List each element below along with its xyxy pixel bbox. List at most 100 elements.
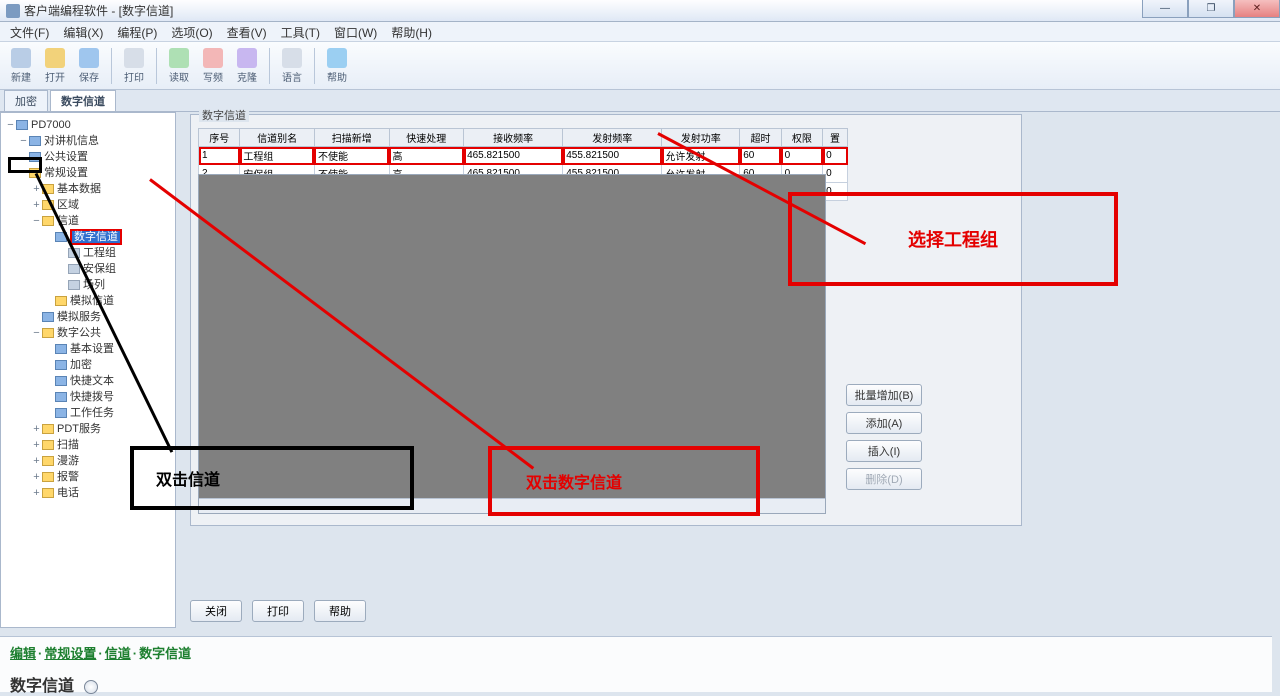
tree-twisty-icon[interactable]: + bbox=[31, 485, 42, 501]
folder-icon bbox=[55, 296, 67, 306]
menu-item[interactable]: 查看(V) bbox=[221, 22, 273, 41]
tree-node[interactable]: +基本数据 bbox=[5, 181, 171, 197]
tree-node[interactable]: 快捷文本 bbox=[5, 373, 171, 389]
tree-node-label: 安保组 bbox=[83, 263, 116, 275]
menu-item[interactable]: 选项(O) bbox=[165, 22, 218, 41]
menu-item[interactable]: 文件(F) bbox=[4, 22, 55, 41]
tree-twisty-icon[interactable]: + bbox=[31, 421, 42, 437]
table-header[interactable]: 置 bbox=[823, 129, 848, 147]
breadcrumb-link[interactable]: 编辑 bbox=[10, 646, 36, 661]
toolbar-label: 读取 bbox=[169, 69, 189, 84]
tree-node[interactable]: 基本设置 bbox=[5, 341, 171, 357]
tree-node[interactable]: −信道 bbox=[5, 213, 171, 229]
table-header[interactable]: 发射频率 bbox=[563, 129, 662, 147]
toolbar-icon bbox=[327, 48, 347, 68]
tree-node[interactable]: 工作任务 bbox=[5, 405, 171, 421]
tree-twisty-icon[interactable]: + bbox=[31, 437, 42, 453]
toolbar-button[interactable]: 打开 bbox=[40, 46, 70, 86]
table-header[interactable]: 快速处理 bbox=[389, 129, 464, 147]
document-tab[interactable]: 数字信道 bbox=[50, 90, 116, 111]
tree-twisty-icon[interactable]: + bbox=[31, 453, 42, 469]
table-header[interactable]: 序号 bbox=[199, 129, 240, 147]
folder-icon bbox=[42, 472, 54, 482]
table-cell[interactable]: 455.821500 bbox=[563, 147, 662, 165]
toolbar-button[interactable]: 帮助 bbox=[322, 46, 352, 86]
tree-node-label: 快捷文本 bbox=[70, 375, 114, 387]
tree-node[interactable]: 模拟信道 bbox=[5, 293, 171, 309]
maximize-button[interactable]: ❐ bbox=[1188, 0, 1234, 18]
tree-node[interactable]: +区域 bbox=[5, 197, 171, 213]
tree-node[interactable]: 加密 bbox=[5, 357, 171, 373]
table-cell[interactable]: 465.821500 bbox=[464, 147, 563, 165]
toolbar-button[interactable]: 克隆 bbox=[232, 46, 262, 86]
tree-node[interactable]: −数字公共 bbox=[5, 325, 171, 341]
toolbar-icon bbox=[45, 48, 65, 68]
menu-item[interactable]: 工具(T) bbox=[275, 22, 326, 41]
toolbar-button[interactable]: 打印 bbox=[119, 46, 149, 86]
breadcrumb-link[interactable]: 信道 bbox=[105, 646, 131, 661]
table-header[interactable]: 信道别名 bbox=[240, 129, 315, 147]
tree-twisty-icon[interactable]: − bbox=[18, 133, 29, 149]
breadcrumb[interactable]: 编辑·常规设置·信道·数字信道 bbox=[10, 643, 1262, 662]
tree-node[interactable]: 模拟服务 bbox=[5, 309, 171, 325]
menu-item[interactable]: 帮助(H) bbox=[385, 22, 438, 41]
table-cell[interactable]: 不使能 bbox=[314, 147, 389, 165]
breadcrumb-link[interactable]: 常规设置 bbox=[44, 646, 96, 661]
tree-node-label: 快捷拨号 bbox=[70, 391, 114, 403]
tree-node[interactable]: 安保组 bbox=[5, 261, 171, 277]
toolbar-button[interactable]: 新建 bbox=[6, 46, 36, 86]
tree-twisty-icon[interactable]: + bbox=[31, 469, 42, 485]
table-cell[interactable]: 60 bbox=[740, 147, 781, 165]
table-cell[interactable]: 0 bbox=[823, 147, 848, 165]
table-header[interactable]: 扫描新增 bbox=[314, 129, 389, 147]
table-cell[interactable]: 高 bbox=[389, 147, 464, 165]
side-button[interactable]: 插入(I) bbox=[846, 440, 922, 462]
tree-node[interactable]: 工程组 bbox=[5, 245, 171, 261]
folder-icon bbox=[68, 280, 80, 290]
table-cell[interactable]: 工程组 bbox=[240, 147, 315, 165]
toolbar-button[interactable]: 写频 bbox=[198, 46, 228, 86]
toolbar-separator bbox=[156, 48, 157, 84]
toolbar-separator bbox=[269, 48, 270, 84]
tree-twisty-icon[interactable]: + bbox=[31, 197, 42, 213]
folder-icon bbox=[42, 216, 54, 226]
footer-button[interactable]: 打印 bbox=[252, 600, 304, 622]
tree-twisty-icon[interactable]: − bbox=[31, 213, 42, 229]
tree-pane[interactable]: −PD7000−对讲机信息公共设置−常规设置+基本数据+区域−信道数字信道工程组… bbox=[0, 112, 176, 628]
table-cell[interactable]: 0 bbox=[781, 147, 822, 165]
tree-node-label: 公共设置 bbox=[44, 151, 88, 163]
tree-twisty-icon[interactable]: − bbox=[31, 325, 42, 341]
table-cell[interactable]: 1 bbox=[199, 147, 240, 165]
tree-root[interactable]: −PD7000 bbox=[5, 117, 171, 133]
menu-item[interactable]: 编辑(X) bbox=[57, 22, 109, 41]
table-row[interactable]: 1工程组不使能高465.821500455.821500允许发射6000 bbox=[199, 147, 848, 165]
close-button[interactable]: ✕ bbox=[1234, 0, 1280, 18]
document-tab[interactable]: 加密 bbox=[4, 90, 48, 111]
minimize-button[interactable]: — bbox=[1142, 0, 1188, 18]
footer-button[interactable]: 帮助 bbox=[314, 600, 366, 622]
tree-node-label: PDT服务 bbox=[57, 423, 101, 435]
folder-icon bbox=[55, 344, 67, 354]
document-tabs: 加密数字信道 bbox=[0, 90, 1280, 112]
menu-item[interactable]: 编程(P) bbox=[111, 22, 163, 41]
table-header[interactable]: 权限 bbox=[781, 129, 822, 147]
tree-node-label: 基本设置 bbox=[70, 343, 114, 355]
table-header[interactable]: 超时 bbox=[740, 129, 781, 147]
menu-item[interactable]: 窗口(W) bbox=[328, 22, 383, 41]
table-header[interactable]: 接收频率 bbox=[464, 129, 563, 147]
toolbar-button[interactable]: 保存 bbox=[74, 46, 104, 86]
tree-node[interactable]: + PDT服务 bbox=[5, 421, 171, 437]
side-button[interactable]: 批量增加(B) bbox=[846, 384, 922, 406]
toolbar-label: 写频 bbox=[203, 69, 223, 84]
tree-node[interactable]: −对讲机信息 bbox=[5, 133, 171, 149]
side-button[interactable]: 添加(A) bbox=[846, 412, 922, 434]
toolbar-button[interactable]: 语言 bbox=[277, 46, 307, 86]
toolbar-label: 打开 bbox=[45, 69, 65, 84]
tree-node[interactable]: 数字信道 bbox=[5, 229, 171, 245]
toolbar-button[interactable]: 读取 bbox=[164, 46, 194, 86]
breadcrumb-separator: · bbox=[98, 646, 102, 661]
folder-icon bbox=[55, 408, 67, 418]
table-cell[interactable]: 0 bbox=[823, 165, 848, 183]
footer-button[interactable]: 关闭 bbox=[190, 600, 242, 622]
tree-node-label: 扫描 bbox=[57, 439, 79, 451]
